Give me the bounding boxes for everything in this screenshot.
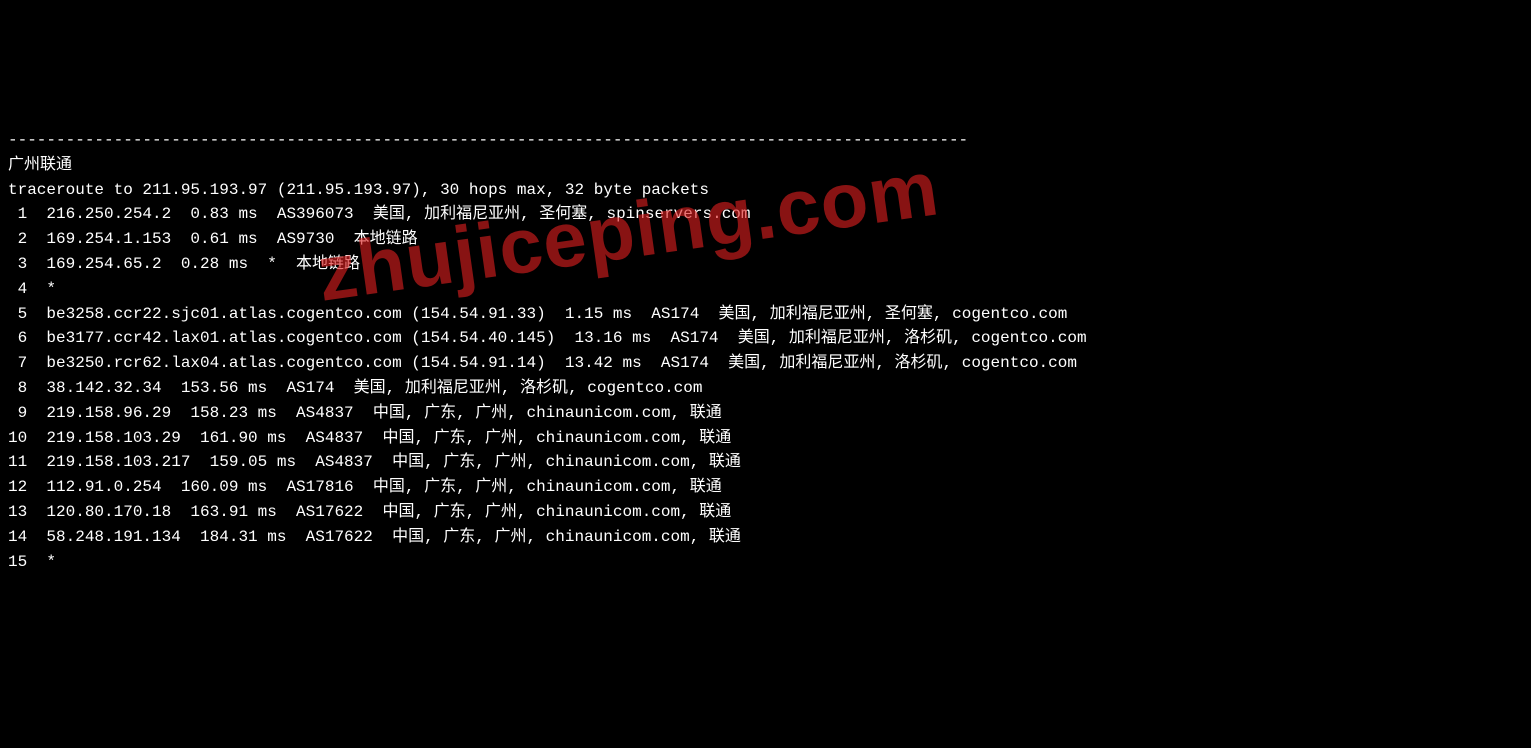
hop-line: 7 be3250.rcr62.lax04.atlas.cogentco.com … [8, 354, 1077, 372]
hop-line: 13 120.80.170.18 163.91 ms AS17622 中国, 广… [8, 503, 731, 521]
traceroute-header: traceroute to 211.95.193.97 (211.95.193.… [8, 181, 709, 199]
terminal-output: ----------------------------------------… [8, 103, 1523, 574]
hop-line: 9 219.158.96.29 158.23 ms AS4837 中国, 广东,… [8, 404, 722, 422]
hop-line: 6 be3177.ccr42.lax01.atlas.cogentco.com … [8, 329, 1087, 347]
hop-line: 3 169.254.65.2 0.28 ms * 本地链路 [8, 255, 360, 273]
hop-line: 11 219.158.103.217 159.05 ms AS4837 中国, … [8, 453, 741, 471]
hop-line: 15 * [8, 553, 56, 571]
hop-line: 5 be3258.ccr22.sjc01.atlas.cogentco.com … [8, 305, 1067, 323]
separator-line: ----------------------------------------… [8, 131, 968, 149]
hop-line: 14 58.248.191.134 184.31 ms AS17622 中国, … [8, 528, 741, 546]
hop-line: 2 169.254.1.153 0.61 ms AS9730 本地链路 [8, 230, 418, 248]
hop-line: 12 112.91.0.254 160.09 ms AS17816 中国, 广东… [8, 478, 722, 496]
hop-line: 1 216.250.254.2 0.83 ms AS396073 美国, 加利福… [8, 205, 751, 223]
hop-line: 4 * [8, 280, 56, 298]
route-title: 广州联通 [8, 156, 72, 174]
hop-line: 10 219.158.103.29 161.90 ms AS4837 中国, 广… [8, 429, 731, 447]
hop-line: 8 38.142.32.34 153.56 ms AS174 美国, 加利福尼亚… [8, 379, 703, 397]
